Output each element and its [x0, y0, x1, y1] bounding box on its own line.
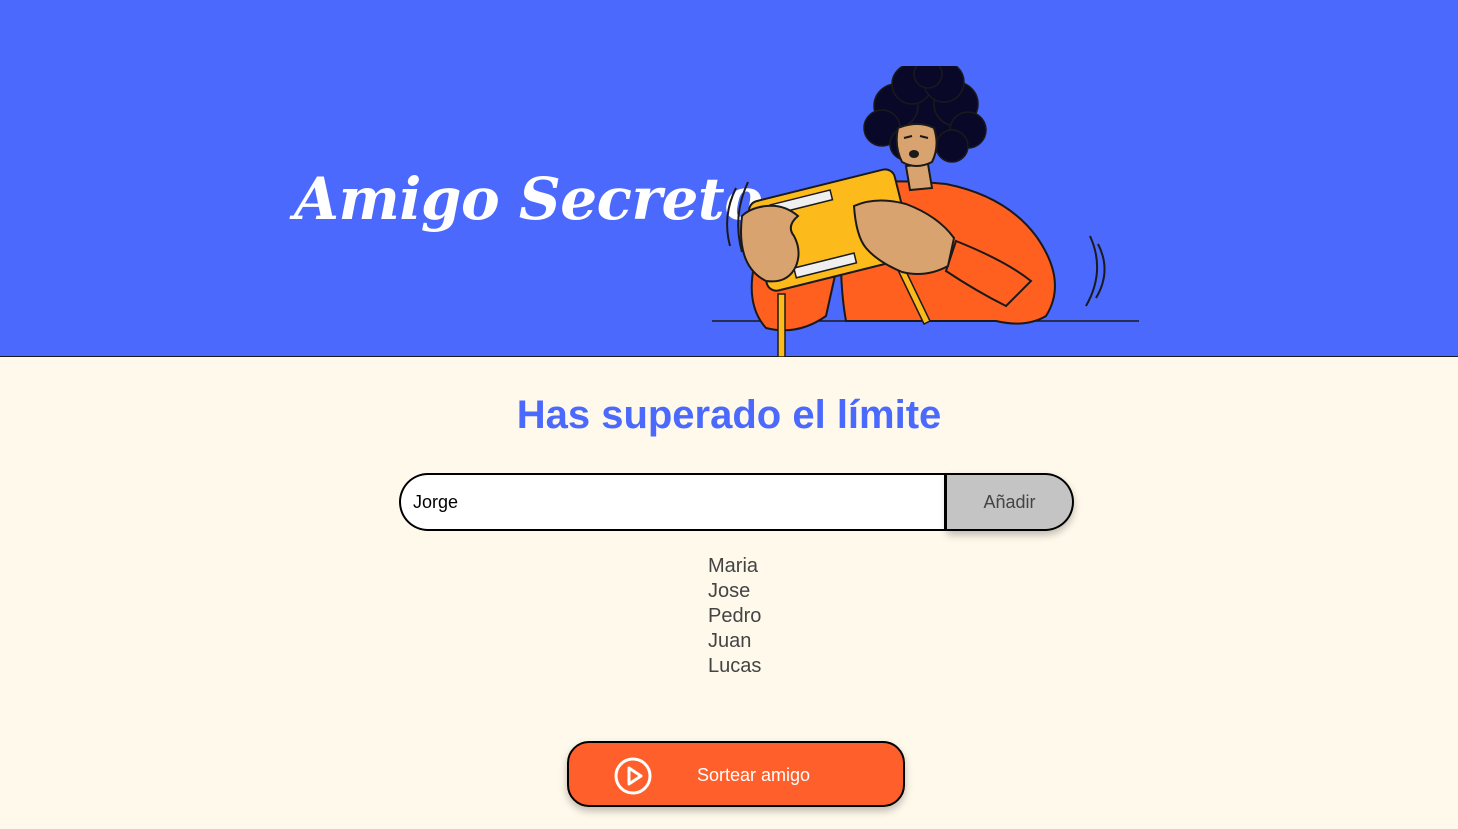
play-circle-icon: [614, 757, 652, 795]
add-button[interactable]: Añadir: [947, 473, 1074, 531]
draw-button-label: Sortear amigo: [697, 765, 811, 785]
list-item: Pedro: [708, 605, 762, 627]
list-item: Juan: [708, 630, 752, 652]
list-item: Maria: [708, 555, 759, 577]
friend-list: Maria Jose Pedro Juan Lucas: [708, 554, 761, 679]
list-item: Lucas: [708, 655, 762, 677]
section-title: Has superado el límite: [516, 393, 942, 437]
add-friend-form: Añadir: [399, 473, 1075, 531]
name-input[interactable]: [399, 473, 947, 531]
list-item: Jose: [708, 580, 751, 602]
draw-friend-button[interactable]: Sortear amigo: [567, 741, 905, 807]
header-banner: Amigo Secreto: [0, 0, 1458, 357]
gift-shaking-illustration: [712, 66, 1139, 357]
app-title: Amigo Secreto: [294, 165, 763, 233]
